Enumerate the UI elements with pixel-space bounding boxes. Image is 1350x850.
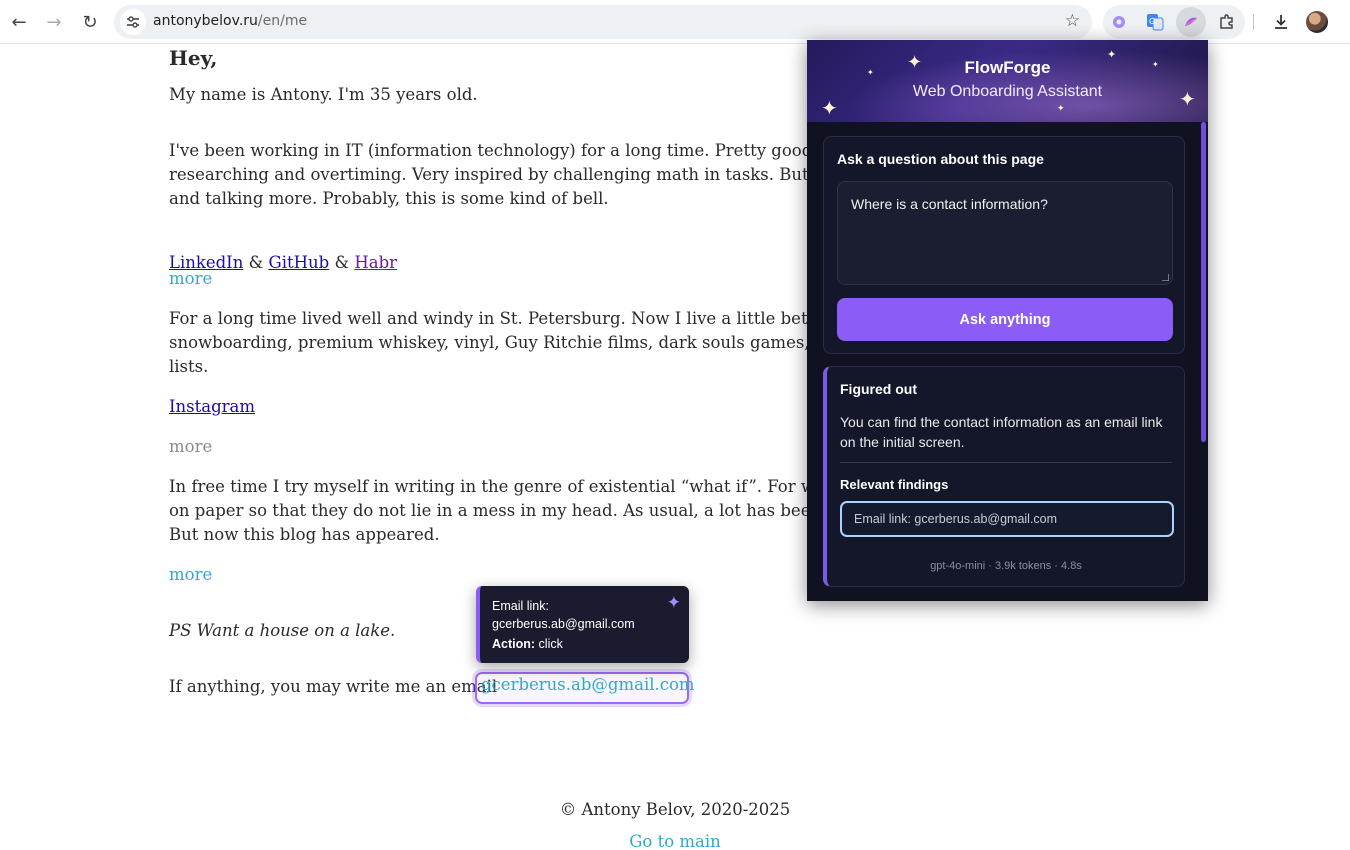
tooltip-line-2: gcerberus.ab@gmail.com (492, 617, 635, 631)
instagram-link[interactable]: Instagram (169, 397, 255, 416)
forward-arrow-icon[interactable]: → (42, 10, 66, 34)
ps-text: PS Want a house on a lake. (169, 621, 396, 640)
answer-card: Figured out You can find the contact inf… (823, 366, 1185, 587)
answer-divider (840, 462, 1172, 463)
go-to-main-link[interactable]: Go to main (0, 832, 1350, 850)
email-link[interactable]: gcerberus.ab@gmail.com (481, 675, 695, 694)
site-settings-icon[interactable] (120, 9, 146, 35)
svg-text:G: G (1149, 17, 1155, 26)
email-prefix-text: If anything, you may write me an email (169, 677, 498, 696)
life-paragraph: For a long time lived well and windy in … (169, 309, 865, 376)
panel-header: ✦ ✦ ✦ ✦ ✦ ✦ ✦ FlowForge Web Onboarding A… (807, 40, 1208, 122)
url-domain: antonybelov.ru (153, 13, 258, 29)
answer-title: Figured out (840, 381, 917, 397)
tooltip-target: Email link: gcerberus.ab@gmail.com (492, 597, 635, 633)
more-link-3[interactable]: more (169, 563, 212, 587)
extensions-bar: G (1103, 5, 1245, 39)
link-separator: & (243, 253, 269, 272)
reload-icon[interactable]: ↻ (78, 10, 102, 34)
it-paragraph: I've been working in IT (information tec… (169, 141, 860, 208)
tooltip-line-1: Email link: (492, 599, 549, 613)
toolbar-divider (1253, 14, 1254, 30)
habr-link[interactable]: Habr (354, 253, 397, 272)
question-label: Ask a question about this page (837, 151, 1044, 167)
gear-extension-icon[interactable] (1107, 10, 1131, 34)
tooltip-action: Action: click (492, 637, 563, 651)
link-separator: & (329, 253, 355, 272)
flowforge-extension-icon[interactable] (1176, 7, 1206, 37)
panel-title: FlowForge (964, 58, 1051, 77)
question-input[interactable]: Where is a contact information? (837, 181, 1173, 285)
url-text[interactable]: antonybelov.ru/en/me (153, 13, 307, 29)
model-meta: gpt-4o-mini · 3.9k tokens · 4.8s (930, 560, 1082, 572)
profile-avatar[interactable] (1306, 11, 1328, 33)
resize-handle-icon[interactable] (1162, 274, 1169, 281)
url-path: /en/me (257, 13, 308, 29)
question-input-value: Where is a contact information? (851, 196, 1048, 212)
assistant-panel: ✦ ✦ ✦ ✦ ✦ ✦ ✦ FlowForge Web Onboarding A… (807, 40, 1208, 601)
element-tooltip: Email link: gcerberus.ab@gmail.com Actio… (476, 586, 689, 663)
back-arrow-icon[interactable]: ← (7, 10, 31, 34)
ask-button[interactable]: Ask anything (837, 298, 1173, 341)
browser-toolbar: ← → ↻ antonybelov.ru/en/me ☆ G (0, 0, 1350, 44)
tooltip-action-label: Action: (492, 637, 536, 651)
footer-copyright: © Antony Belov, 2020-2025 (559, 800, 791, 819)
puzzle-extensions-icon[interactable] (1215, 10, 1239, 34)
address-bar[interactable]: antonybelov.ru/en/me ☆ (114, 5, 1092, 39)
more-link-1[interactable]: more (169, 267, 212, 291)
finding-item[interactable]: Email link: gcerberus.ab@gmail.com (840, 501, 1174, 537)
panel-scrollbar[interactable] (1201, 122, 1206, 442)
answer-text: You can find the contact information as … (840, 414, 1163, 450)
download-icon[interactable] (1269, 10, 1293, 34)
writing-paragraph: In free time I try myself in writing in … (169, 477, 866, 544)
intro-text: My name is Antony. I'm 35 years old. (169, 85, 478, 104)
question-card: Ask a question about this page Where is … (823, 136, 1185, 354)
bookmark-star-icon[interactable]: ☆ (1065, 11, 1080, 31)
more-link-2[interactable]: more (169, 435, 212, 459)
findings-title: Relevant findings (840, 477, 949, 492)
page-greeting: Hey, (169, 46, 218, 70)
github-link[interactable]: GitHub (269, 253, 330, 272)
translate-extension-icon[interactable]: G (1143, 10, 1167, 34)
star-icon: ✦ (1057, 104, 1065, 114)
sparkle-icon: ✦ (666, 593, 681, 613)
panel-subtitle: Web Onboarding Assistant (912, 83, 1103, 100)
tooltip-action-value: click (535, 637, 563, 651)
